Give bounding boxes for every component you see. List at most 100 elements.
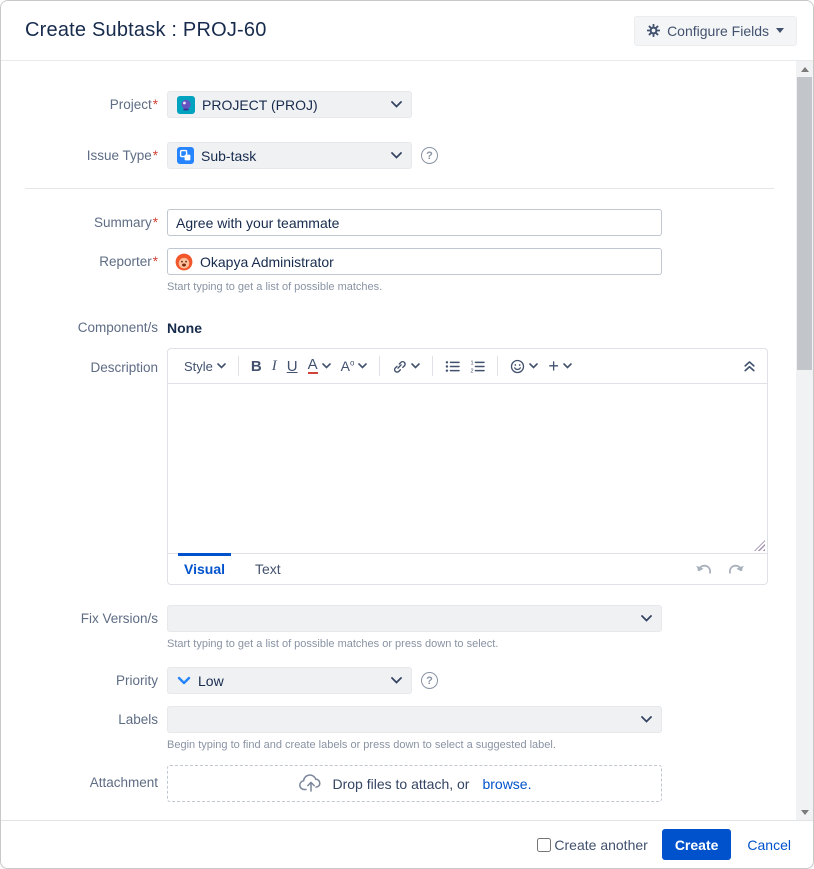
cancel-link[interactable]: Cancel <box>747 837 791 853</box>
components-value: None <box>167 314 202 336</box>
editor-tabbar: Visual Text <box>168 553 767 584</box>
scrollbar-up-arrow[interactable] <box>796 61 813 77</box>
scrollbar-thumb[interactable] <box>797 77 812 370</box>
dialog-header: Create Subtask : PROJ-60 Configure Field… <box>1 1 813 61</box>
chevron-down-icon <box>641 716 652 723</box>
toolbar-divider <box>379 356 380 376</box>
issue-type-row: Issue Type* Sub-task ? <box>25 142 774 169</box>
toolbar-divider <box>432 356 433 376</box>
priority-select[interactable]: Low <box>167 667 412 694</box>
svg-text:1: 1 <box>471 360 474 366</box>
editor-toolbar: Style B I U A Ao <box>168 349 767 384</box>
fix-versions-select[interactable] <box>167 605 662 632</box>
chevron-down-icon <box>641 615 652 622</box>
toolbar-divider <box>497 356 498 376</box>
project-select-value: PROJECT (PROJ) <box>202 97 318 113</box>
section-divider <box>25 188 774 189</box>
page-title: Create Subtask : PROJ-60 <box>25 19 267 42</box>
issue-type-select[interactable]: Sub-task <box>167 142 412 169</box>
description-textarea[interactable] <box>168 384 767 553</box>
emoji-button[interactable] <box>505 356 543 377</box>
vertical-scrollbar[interactable] <box>796 61 813 820</box>
issue-type-select-value: Sub-task <box>201 148 256 164</box>
dialog-footer: Create another Create Cancel <box>1 820 813 868</box>
configure-fields-label: Configure Fields <box>667 23 769 39</box>
attachment-label: Attachment <box>25 765 167 790</box>
dropdown-caret-icon <box>776 28 784 33</box>
reporter-input-value: Okapya Administrator <box>200 254 334 270</box>
redo-icon[interactable] <box>727 563 745 576</box>
subtask-type-icon <box>177 147 194 164</box>
summary-row: Summary* <box>25 209 774 236</box>
style-dropdown[interactable]: Style <box>179 356 231 377</box>
svg-text:2: 2 <box>471 368 474 372</box>
labels-label: Labels <box>25 706 167 727</box>
attachment-dropzone[interactable]: Drop files to attach, or browse. <box>167 765 662 802</box>
priority-row: Priority Low ? <box>25 667 774 694</box>
emoji-icon <box>510 359 525 374</box>
description-row: Description Style B I U A <box>25 348 774 585</box>
insert-more-button[interactable]: + <box>543 356 577 376</box>
labels-select[interactable] <box>167 706 662 733</box>
attachment-row: Attachment Drop files to attach, or brow… <box>25 765 774 802</box>
italic-button[interactable]: I <box>267 355 282 378</box>
bullet-list-button[interactable] <box>440 357 465 376</box>
components-label: Component/s <box>25 314 167 335</box>
toolbar-divider <box>238 356 239 376</box>
required-asterisk: * <box>153 148 158 163</box>
underline-button[interactable]: U <box>282 355 303 378</box>
create-subtask-dialog: Create Subtask : PROJ-60 Configure Field… <box>0 0 814 869</box>
undo-redo-group <box>695 554 767 584</box>
project-avatar-icon <box>177 96 195 114</box>
chevron-down-icon <box>391 152 402 159</box>
bullet-list-icon <box>445 360 460 373</box>
create-another-label: Create another <box>554 837 647 853</box>
priority-label: Priority <box>25 667 167 688</box>
summary-label: Summary* <box>25 209 167 230</box>
priority-select-value: Low <box>198 673 224 689</box>
dialog-body: Project* PROJECT (PROJ) Issue Type* <box>1 61 813 820</box>
project-label: Project* <box>25 91 167 112</box>
chevron-down-icon <box>391 677 402 684</box>
fix-versions-row: Fix Version/s Start typing to get a list… <box>25 605 774 650</box>
description-label: Description <box>25 348 167 375</box>
required-asterisk: * <box>153 97 158 112</box>
priority-help-icon[interactable]: ? <box>421 672 438 689</box>
attachment-drop-text: Drop files to attach, or <box>333 776 470 792</box>
reporter-label: Reporter* <box>25 248 167 269</box>
labels-help-text: Begin typing to find and create labels o… <box>167 739 662 751</box>
collapse-toolbar-icon[interactable] <box>743 360 756 373</box>
browse-link[interactable]: browse. <box>482 776 531 792</box>
reporter-row: Reporter* Okapya Administrator Sta <box>25 248 774 293</box>
create-another-option: Create another <box>537 837 647 853</box>
create-button[interactable]: Create <box>662 829 732 860</box>
tab-visual[interactable]: Visual <box>182 554 227 584</box>
components-row: Component/s None <box>25 314 774 336</box>
scrollbar-down-arrow[interactable] <box>796 804 813 820</box>
link-button[interactable] <box>387 356 425 377</box>
project-select[interactable]: PROJECT (PROJ) <box>167 91 412 118</box>
required-asterisk: * <box>153 254 158 269</box>
description-editor: Style B I U A Ao <box>167 348 768 585</box>
configure-fields-button[interactable]: Configure Fields <box>634 16 797 46</box>
fix-versions-label: Fix Version/s <box>25 605 167 626</box>
reporter-input[interactable]: Okapya Administrator <box>167 248 662 275</box>
undo-icon[interactable] <box>695 563 713 576</box>
user-avatar-icon <box>175 253 193 271</box>
summary-input[interactable] <box>167 209 662 236</box>
issue-type-label: Issue Type* <box>25 142 167 163</box>
reporter-help-text: Start typing to get a list of possible m… <box>167 281 662 293</box>
numbered-list-icon: 12 <box>470 360 485 373</box>
numbered-list-button[interactable]: 12 <box>465 357 490 376</box>
tab-text[interactable]: Text <box>253 554 283 584</box>
plus-icon: + <box>548 359 559 373</box>
bold-button[interactable]: B <box>246 355 267 378</box>
chevron-down-icon <box>391 101 402 108</box>
create-another-checkbox[interactable] <box>537 838 551 852</box>
cloud-upload-icon <box>298 774 324 793</box>
text-color-button[interactable]: A <box>303 355 336 377</box>
link-icon <box>392 359 407 374</box>
resize-grip[interactable] <box>754 540 765 551</box>
text-styles-button[interactable]: Ao <box>336 355 373 377</box>
issue-type-help-icon[interactable]: ? <box>421 147 438 164</box>
